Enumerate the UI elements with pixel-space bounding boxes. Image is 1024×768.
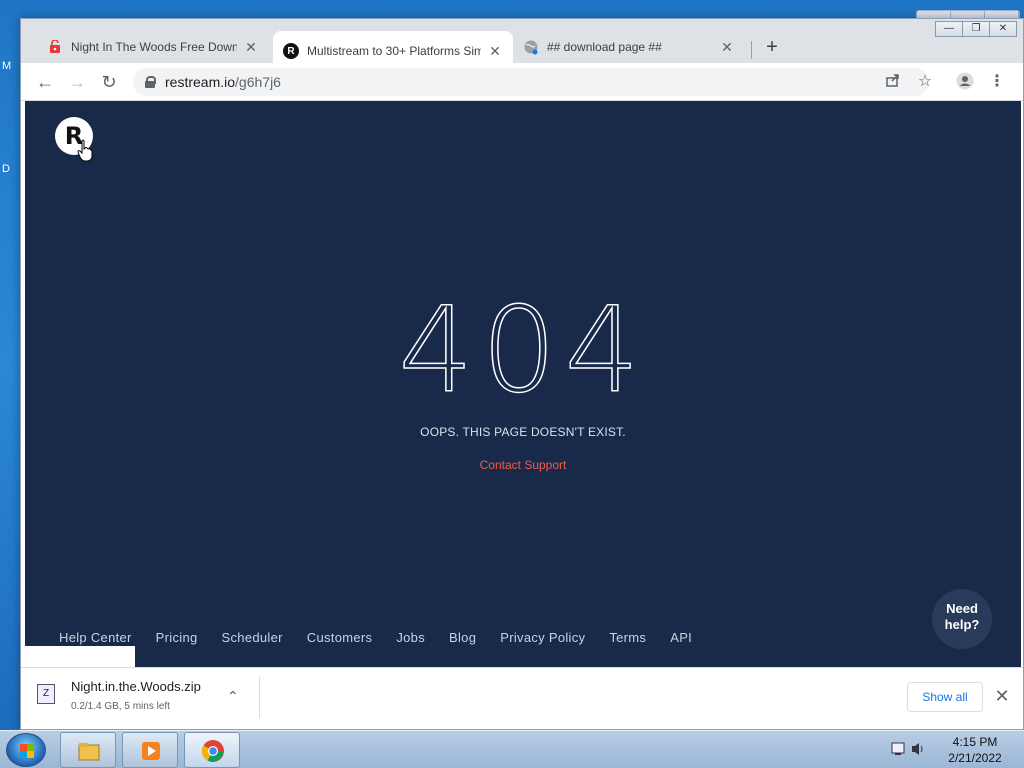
taskbar-explorer-button[interactable]	[60, 732, 116, 768]
download-item[interactable]: Z Night.in.the.Woods.zip 0.2/1.4 GB, 5 m…	[37, 676, 257, 720]
malware-shield-icon	[47, 39, 63, 55]
bookmark-star-icon[interactable]: ☆	[915, 72, 935, 92]
footer-link-scheduler[interactable]: Scheduler	[222, 630, 283, 645]
address-bar[interactable]: restream.io/g6h7j6	[133, 68, 929, 96]
profile-avatar-icon[interactable]	[955, 72, 975, 92]
back-arrow-icon[interactable]: ←	[33, 71, 57, 95]
browser-toolbar: ← → ↻ restream.io/g6h7j6 ☆ ⋮	[21, 63, 1023, 101]
close-window-icon[interactable]: ✕	[989, 21, 1017, 37]
windows-logo-icon	[20, 744, 34, 758]
clock-time: 4:15 PM	[952, 735, 998, 749]
new-tab-plus-icon[interactable]: +	[761, 37, 783, 59]
footer-link-jobs[interactable]: Jobs	[396, 630, 425, 645]
taskbar-chrome-button[interactable]	[184, 732, 240, 768]
divider	[259, 676, 260, 718]
tab-separator	[751, 41, 752, 59]
help-line-2: help?	[944, 617, 980, 632]
menu-kebab-icon[interactable]: ⋮	[987, 72, 1007, 92]
restream-logo-icon: R	[283, 43, 299, 59]
tab-close-icon[interactable]: ✕	[719, 39, 735, 55]
close-icon[interactable]: ✕	[991, 682, 1013, 712]
page-content: R 404 OOPS. THIS PAGE DOESN'T EXIST. Con…	[25, 101, 1021, 667]
clock-date: 2/21/2022	[948, 751, 1002, 765]
tab-download-page[interactable]: ## download page ## ✕	[513, 31, 745, 63]
tab-close-icon[interactable]: ✕	[487, 43, 503, 59]
browser-window: Night In The Woods Free Downlo ✕ R Multi…	[20, 18, 1024, 730]
system-tray	[890, 739, 930, 759]
restore-icon[interactable]: ❐	[962, 21, 990, 37]
error-code: 404	[398, 280, 648, 420]
url-text: restream.io/g6h7j6	[165, 74, 281, 90]
tab-title: ## download page ##	[547, 40, 662, 54]
taskbar-media-player-button[interactable]	[122, 732, 178, 768]
desktop-icon-label[interactable]: D	[2, 163, 10, 175]
media-player-icon	[142, 742, 160, 760]
help-line-1: Need	[946, 601, 978, 616]
download-shelf: Z Night.in.the.Woods.zip 0.2/1.4 GB, 5 m…	[21, 667, 1023, 729]
minimize-icon[interactable]: —	[935, 21, 963, 37]
chevron-up-icon[interactable]: ⌃	[227, 688, 239, 705]
folder-icon	[78, 743, 100, 761]
footer-link-blog[interactable]: Blog	[449, 630, 476, 645]
chrome-icon	[202, 740, 224, 762]
tab-night-in-the-woods[interactable]: Night In The Woods Free Downlo ✕	[37, 31, 269, 63]
zip-file-icon: Z	[37, 684, 55, 704]
hand-cursor-icon	[77, 139, 93, 162]
start-button[interactable]	[6, 733, 46, 767]
error-message: OOPS. THIS PAGE DOESN'T EXIST.	[420, 425, 626, 439]
need-help-chat-button[interactable]: Need help?	[932, 589, 992, 649]
footer-link-customers[interactable]: Customers	[307, 630, 373, 645]
tab-title: Night In The Woods Free Downlo	[71, 40, 237, 54]
globe-icon	[523, 39, 539, 55]
footer-link-terms[interactable]: Terms	[609, 630, 646, 645]
tab-close-icon[interactable]: ✕	[243, 39, 259, 55]
taskbar: 4:15 PM 2/21/2022	[0, 730, 1024, 768]
contact-support-link[interactable]: Contact Support	[25, 458, 1021, 472]
taskbar-clock[interactable]: 4:15 PM 2/21/2022	[940, 734, 1010, 766]
footer-link-api[interactable]: API	[670, 630, 692, 645]
footer-link-privacy-policy[interactable]: Privacy Policy	[500, 630, 585, 645]
show-all-button[interactable]: Show all	[907, 682, 983, 712]
lock-icon[interactable]	[145, 76, 156, 88]
footer-overlay-block	[25, 646, 135, 667]
desktop-icon-label[interactable]: M	[2, 60, 11, 72]
download-file-name: Night.in.the.Woods.zip	[71, 679, 201, 694]
share-icon[interactable]	[883, 72, 903, 92]
footer-nav: Help Center Pricing Scheduler Customers …	[59, 630, 716, 645]
reload-icon[interactable]: ↻	[97, 71, 121, 95]
footer-link-pricing[interactable]: Pricing	[156, 630, 198, 645]
tab-title: Multistream to 30+ Platforms Sim	[307, 44, 481, 58]
download-status: 0.2/1.4 GB, 5 mins left	[71, 701, 170, 712]
forward-arrow-icon[interactable]: →	[65, 71, 89, 95]
window-controls: — ❐ ✕	[935, 21, 1017, 37]
footer-link-help-center[interactable]: Help Center	[59, 630, 132, 645]
